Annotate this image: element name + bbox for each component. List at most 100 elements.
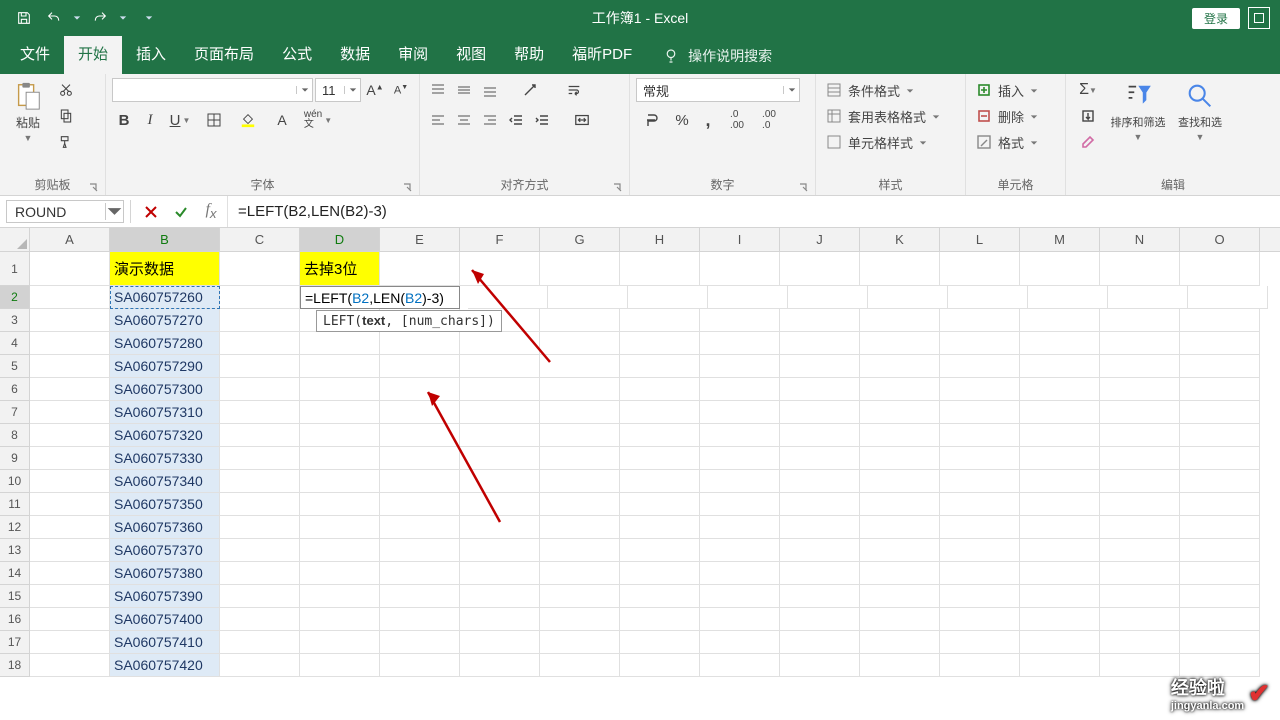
cell[interactable] [780, 401, 860, 424]
cell[interactable] [300, 516, 380, 539]
cell[interactable] [1020, 539, 1100, 562]
cell[interactable] [30, 654, 110, 677]
cell[interactable] [380, 355, 460, 378]
cell[interactable] [700, 447, 780, 470]
tab-help[interactable]: 帮助 [500, 35, 558, 74]
cell[interactable] [700, 309, 780, 332]
row-header[interactable]: 1 [0, 252, 29, 286]
cell[interactable] [380, 424, 460, 447]
tab-page-layout[interactable]: 页面布局 [180, 35, 268, 74]
cell[interactable] [1100, 401, 1180, 424]
number-format-combo[interactable]: 常规 [636, 78, 800, 102]
cell[interactable] [620, 608, 700, 631]
row-header[interactable]: 8 [0, 424, 29, 447]
cell[interactable] [860, 355, 940, 378]
tell-me-search[interactable]: 操作说明搜索 [646, 46, 788, 74]
col-header[interactable]: C [220, 228, 300, 251]
cell[interactable] [1020, 252, 1100, 286]
cell[interactable] [220, 401, 300, 424]
cell[interactable] [300, 447, 380, 470]
cell[interactable] [460, 585, 540, 608]
cell[interactable] [540, 401, 620, 424]
cell[interactable] [1020, 608, 1100, 631]
cell[interactable]: SA060757350 [110, 493, 220, 516]
tab-foxit-pdf[interactable]: 福昕PDF [558, 35, 646, 74]
cell[interactable] [30, 608, 110, 631]
cut-button[interactable] [54, 78, 78, 102]
cell[interactable] [620, 355, 700, 378]
cell[interactable] [380, 447, 460, 470]
cell[interactable] [540, 654, 620, 677]
row-header[interactable]: 6 [0, 378, 29, 401]
cell[interactable] [540, 309, 620, 332]
cell[interactable] [1020, 562, 1100, 585]
cell[interactable] [1020, 516, 1100, 539]
cell[interactable] [780, 654, 860, 677]
cell[interactable] [380, 252, 460, 286]
border-button[interactable] [198, 108, 230, 132]
cell[interactable] [948, 286, 1028, 309]
row-header[interactable]: 7 [0, 401, 29, 424]
cell[interactable] [860, 332, 940, 355]
row-header[interactable]: 10 [0, 470, 29, 493]
cell[interactable]: SA060757310 [110, 401, 220, 424]
cell[interactable] [540, 378, 620, 401]
cell[interactable] [860, 631, 940, 654]
cell[interactable]: SA060757380 [110, 562, 220, 585]
row-header[interactable]: 2 [0, 286, 29, 309]
cell[interactable] [780, 447, 860, 470]
percent-format[interactable]: % [670, 108, 694, 132]
clear-button[interactable] [1072, 130, 1104, 154]
cell[interactable] [300, 631, 380, 654]
cell[interactable] [1020, 493, 1100, 516]
cell[interactable] [1100, 585, 1180, 608]
orientation-button[interactable] [514, 78, 546, 102]
cell[interactable]: 去掉3位 [300, 252, 380, 286]
cell[interactable]: 演示数据 [110, 252, 220, 286]
cell[interactable] [780, 585, 860, 608]
cell[interactable] [300, 332, 380, 355]
cell[interactable] [1020, 401, 1100, 424]
cell[interactable] [940, 493, 1020, 516]
cell[interactable] [540, 516, 620, 539]
cell[interactable] [300, 470, 380, 493]
cell[interactable] [540, 355, 620, 378]
cell[interactable]: SA060757410 [110, 631, 220, 654]
cell[interactable] [700, 516, 780, 539]
cell[interactable] [540, 631, 620, 654]
cell[interactable] [620, 252, 700, 286]
phonetic-button[interactable]: wén文▼ [300, 108, 336, 132]
formula-input[interactable]: =LEFT(B2,LEN(B2)-3) [227, 196, 1280, 227]
row-header[interactable]: 14 [0, 562, 29, 585]
save-button[interactable] [10, 4, 38, 32]
col-header[interactable]: F [460, 228, 540, 251]
align-bottom[interactable] [478, 78, 502, 102]
cell[interactable] [780, 424, 860, 447]
cell[interactable] [940, 401, 1020, 424]
cell[interactable] [540, 585, 620, 608]
select-all-corner[interactable] [0, 228, 30, 251]
cell[interactable] [30, 424, 110, 447]
cell[interactable] [220, 493, 300, 516]
cell[interactable] [860, 585, 940, 608]
wrap-text-button[interactable] [558, 78, 590, 102]
cell[interactable] [380, 332, 460, 355]
cell[interactable] [30, 493, 110, 516]
cell[interactable] [780, 378, 860, 401]
cell[interactable]: SA060757420 [110, 654, 220, 677]
align-top[interactable] [426, 78, 450, 102]
cell[interactable] [220, 309, 300, 332]
cell[interactable] [380, 539, 460, 562]
cell[interactable] [380, 493, 460, 516]
cell[interactable] [460, 378, 540, 401]
cell[interactable] [628, 286, 708, 309]
col-header[interactable]: E [380, 228, 460, 251]
cell[interactable] [860, 516, 940, 539]
cell[interactable] [620, 654, 700, 677]
find-select-button[interactable]: 查找和选 ▼ [1172, 78, 1228, 142]
row-header[interactable]: 11 [0, 493, 29, 516]
cell[interactable] [1020, 585, 1100, 608]
cell[interactable] [868, 286, 948, 309]
cell[interactable] [1180, 378, 1260, 401]
cell[interactable] [220, 539, 300, 562]
